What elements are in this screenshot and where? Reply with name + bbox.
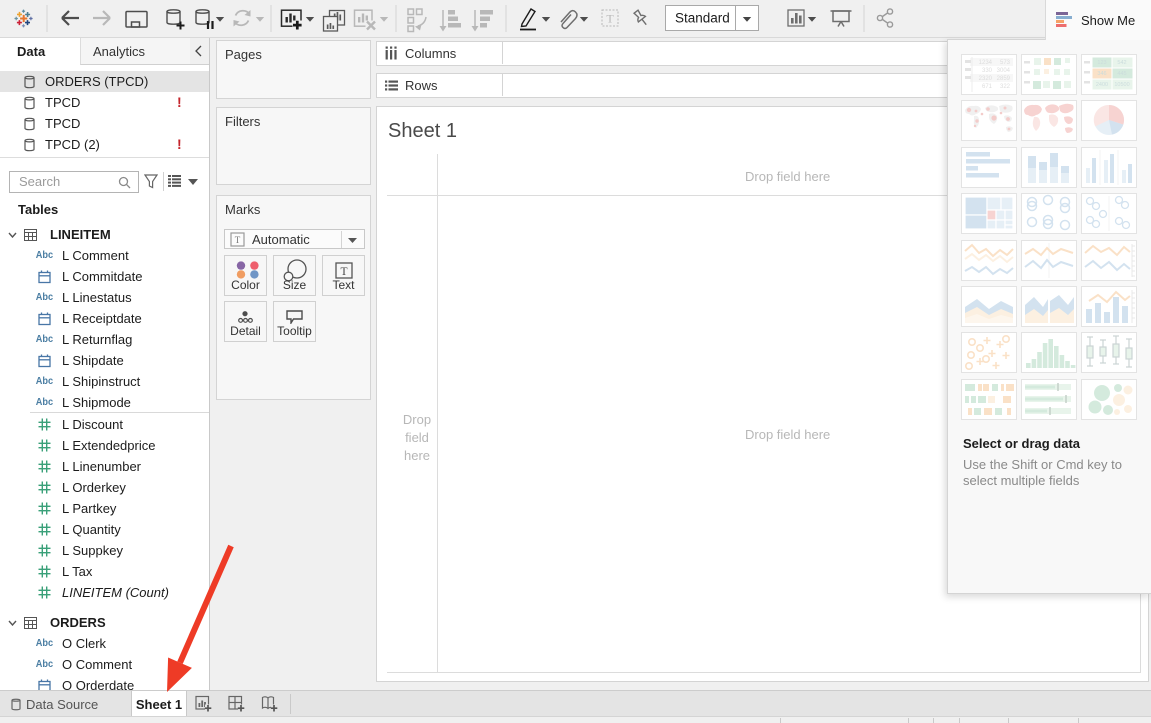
svg-text:330: 330	[982, 68, 993, 74]
svg-text:2859: 2859	[997, 76, 1011, 82]
svg-text:2320: 2320	[979, 76, 993, 82]
svg-text:2400: 2400	[1096, 82, 1108, 88]
svg-text:T: T	[340, 266, 347, 278]
svg-text:542: 542	[1117, 60, 1126, 66]
svg-text:123: 123	[1097, 60, 1106, 66]
svg-text:346: 346	[1097, 71, 1106, 77]
svg-text:1234: 1234	[979, 60, 993, 66]
svg-text:T: T	[235, 235, 241, 245]
svg-text:10500: 10500	[1114, 82, 1129, 88]
svg-text:T: T	[606, 12, 614, 26]
svg-text:322: 322	[1000, 84, 1011, 90]
svg-text:445: 445	[1117, 71, 1126, 77]
svg-text:573: 573	[1000, 60, 1011, 66]
svg-text:3004: 3004	[997, 68, 1011, 74]
svg-text:671: 671	[982, 84, 993, 90]
svg-text:Standard: Standard	[675, 11, 730, 26]
